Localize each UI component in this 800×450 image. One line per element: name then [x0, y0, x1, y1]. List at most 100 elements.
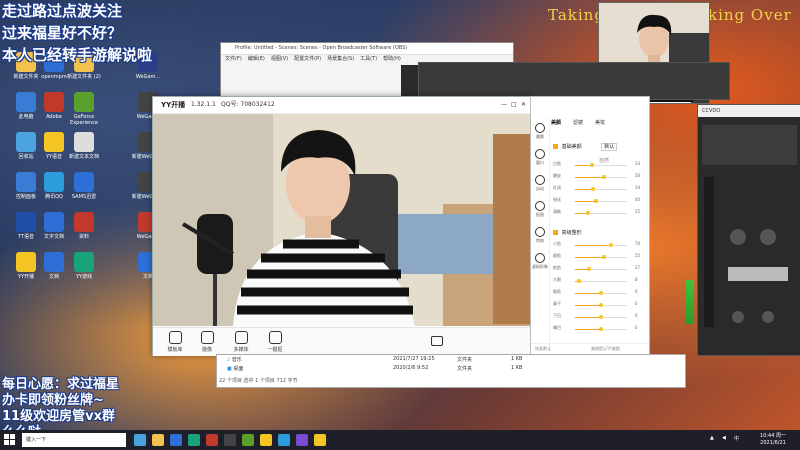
- beauty-settings-panel[interactable]: 美颜 窗口 自动 抠图 特效 虚拟形象 美颜 滤镜 美妆 基础美颜 默认 自然 白皙 33 磨皮 5…: [530, 96, 650, 356]
- desktop-icon[interactable]: SAMS迅雷: [64, 172, 104, 200]
- taskbar-search-input[interactable]: 键入一下: [22, 433, 126, 447]
- camera-button[interactable]: 摄像: [195, 331, 219, 353]
- taskbar-app-icon[interactable]: [152, 434, 164, 446]
- beauty-slider[interactable]: 嘴巴 0: [553, 325, 647, 333]
- slider-knob[interactable]: [601, 255, 606, 259]
- beauty-slider[interactable]: 瘦脸 55: [553, 253, 647, 261]
- slider-knob[interactable]: [599, 303, 603, 307]
- beauty-slider[interactable]: 小脸 70: [553, 241, 647, 249]
- beauty-tab[interactable]: 滤镜: [573, 120, 583, 126]
- beauty-side-item[interactable]: 美颜: [531, 123, 549, 143]
- slider-fill: [575, 257, 604, 258]
- slider-knob[interactable]: [577, 279, 582, 283]
- desktop-icon[interactable]: YY游戏: [64, 252, 104, 280]
- slider-track[interactable]: [575, 175, 627, 179]
- slider-knob[interactable]: [587, 267, 592, 271]
- slider-track[interactable]: [575, 255, 627, 259]
- beauty-side-item[interactable]: 抠图: [531, 201, 549, 221]
- slider-track[interactable]: [575, 327, 627, 331]
- desktop-icon[interactable]: 新建文本文档: [64, 132, 104, 160]
- obs-menu-item[interactable]: 文件(F): [225, 56, 242, 62]
- beauty-slider[interactable]: 下巴 0: [553, 313, 647, 321]
- beauty-side-item[interactable]: 自动: [531, 175, 549, 195]
- basic-beauty-section[interactable]: 基础美颜 默认: [553, 143, 618, 151]
- reset-default-link[interactable]: 恢复默认: [535, 346, 551, 352]
- slider-track[interactable]: [575, 279, 627, 283]
- slider-knob[interactable]: [590, 163, 595, 167]
- slider-track[interactable]: [575, 291, 627, 295]
- beauty-side-item[interactable]: 特效: [531, 227, 549, 247]
- slider-knob[interactable]: [609, 243, 614, 247]
- minimize-button[interactable]: —: [501, 97, 507, 113]
- network-icon[interactable]: ▲: [710, 435, 714, 441]
- close-button[interactable]: ✕: [521, 97, 526, 113]
- slider-knob[interactable]: [599, 291, 603, 295]
- obs-menu-item[interactable]: 场景集合(S): [327, 56, 354, 62]
- slider-knob[interactable]: [590, 187, 595, 191]
- volume-icon[interactable]: ◀: [722, 435, 726, 441]
- file-explorer-window[interactable]: ♪ 音乐 2021/7/27 19:25 文件夹 1 KB ■ 桌面 2020/…: [216, 354, 686, 388]
- beauty-tab[interactable]: 美妆: [595, 120, 605, 126]
- taskbar-app-icon[interactable]: [296, 434, 308, 446]
- obs-menu-item[interactable]: 工具(T): [360, 56, 377, 62]
- slider-track[interactable]: [575, 211, 627, 215]
- slider-track[interactable]: [575, 243, 627, 247]
- beauty-preset-dropdown[interactable]: 默认: [601, 143, 618, 151]
- slider-track[interactable]: [575, 163, 627, 167]
- desktop-icon[interactable]: 资料: [64, 212, 104, 240]
- desktop-icon-label: YY游戏: [75, 274, 93, 280]
- slider-knob[interactable]: [586, 211, 590, 215]
- obs-menu-item[interactable]: 编辑(E): [248, 56, 265, 62]
- explorer-row-desktop[interactable]: ■ 桌面: [227, 365, 243, 372]
- explorer-row-music[interactable]: ♪ 音乐: [227, 356, 242, 363]
- slider-track[interactable]: [575, 199, 627, 203]
- taskbar-app-icon[interactable]: [134, 434, 146, 446]
- beauty-slider[interactable]: 鼻子 0: [553, 301, 647, 309]
- desktop-icon[interactable]: GeForce Experience: [64, 92, 104, 126]
- beauty-side-item[interactable]: 窗口: [531, 149, 549, 169]
- obs-menu-item[interactable]: 视图(V): [271, 56, 288, 62]
- beauty-tip-link[interactable]: 美颜提示YY美颜: [591, 346, 620, 352]
- beauty-slider[interactable]: 锐化 40: [553, 197, 647, 205]
- taskbar-app-icon[interactable]: [242, 434, 254, 446]
- beauty-slider[interactable]: 白皙 33: [553, 161, 647, 169]
- slider-track[interactable]: [575, 187, 627, 191]
- template-library-button[interactable]: 模板库: [163, 331, 187, 353]
- taskbar-clock[interactable]: 10:44 周一 2021/6/21: [760, 433, 786, 447]
- video-camera-icon[interactable]: [431, 336, 443, 346]
- multimedia-button[interactable]: 多媒体: [229, 331, 253, 353]
- maximize-button[interactable]: □: [511, 97, 517, 113]
- obs-menu-item[interactable]: 帮助(H): [383, 56, 401, 62]
- obs-menu-item[interactable]: 配置文件(P): [294, 56, 321, 62]
- one-click-matting-button[interactable]: 一键抠: [263, 331, 287, 353]
- taskbar-app-icon[interactable]: [224, 434, 236, 446]
- beauty-slider[interactable]: 清晰 25: [553, 209, 647, 217]
- taskbar-app-icon[interactable]: [170, 434, 182, 446]
- advanced-shape-checkbox[interactable]: [553, 230, 558, 235]
- slider-knob[interactable]: [599, 315, 603, 319]
- beauty-slider[interactable]: 眼距 0: [553, 289, 647, 297]
- slider-knob[interactable]: [593, 199, 598, 203]
- taskbar-app-icon[interactable]: [314, 434, 326, 446]
- beauty-slider[interactable]: 大眼 8: [553, 277, 647, 285]
- beauty-slider[interactable]: 红润 34: [553, 185, 647, 193]
- advanced-shape-section[interactable]: 高级整形: [553, 229, 582, 236]
- taskbar-app-icon[interactable]: [260, 434, 272, 446]
- slider-track[interactable]: [575, 267, 627, 271]
- yy-live-window[interactable]: YY开播 1.32.1.1 QQ号: 708032412 — □ ✕ 模板库 摄…: [152, 96, 532, 356]
- audio-mixer-window[interactable]: CCVDO: [697, 104, 800, 356]
- slider-track[interactable]: [575, 315, 627, 319]
- beauty-slider[interactable]: 磨皮 56: [553, 173, 647, 181]
- ime-icon[interactable]: 中: [734, 435, 739, 442]
- taskbar-app-icon[interactable]: [188, 434, 200, 446]
- beauty-side-item[interactable]: 虚拟形象: [531, 253, 549, 273]
- start-button[interactable]: [4, 434, 16, 446]
- taskbar-app-icon[interactable]: [278, 434, 290, 446]
- beauty-slider[interactable]: 削脸 27: [553, 265, 647, 273]
- slider-knob[interactable]: [599, 327, 603, 331]
- beauty-tab[interactable]: 美颜: [551, 120, 561, 126]
- taskbar-app-icon[interactable]: [206, 434, 218, 446]
- basic-beauty-checkbox[interactable]: [553, 144, 558, 149]
- slider-track[interactable]: [575, 303, 627, 307]
- slider-knob[interactable]: [602, 175, 607, 179]
